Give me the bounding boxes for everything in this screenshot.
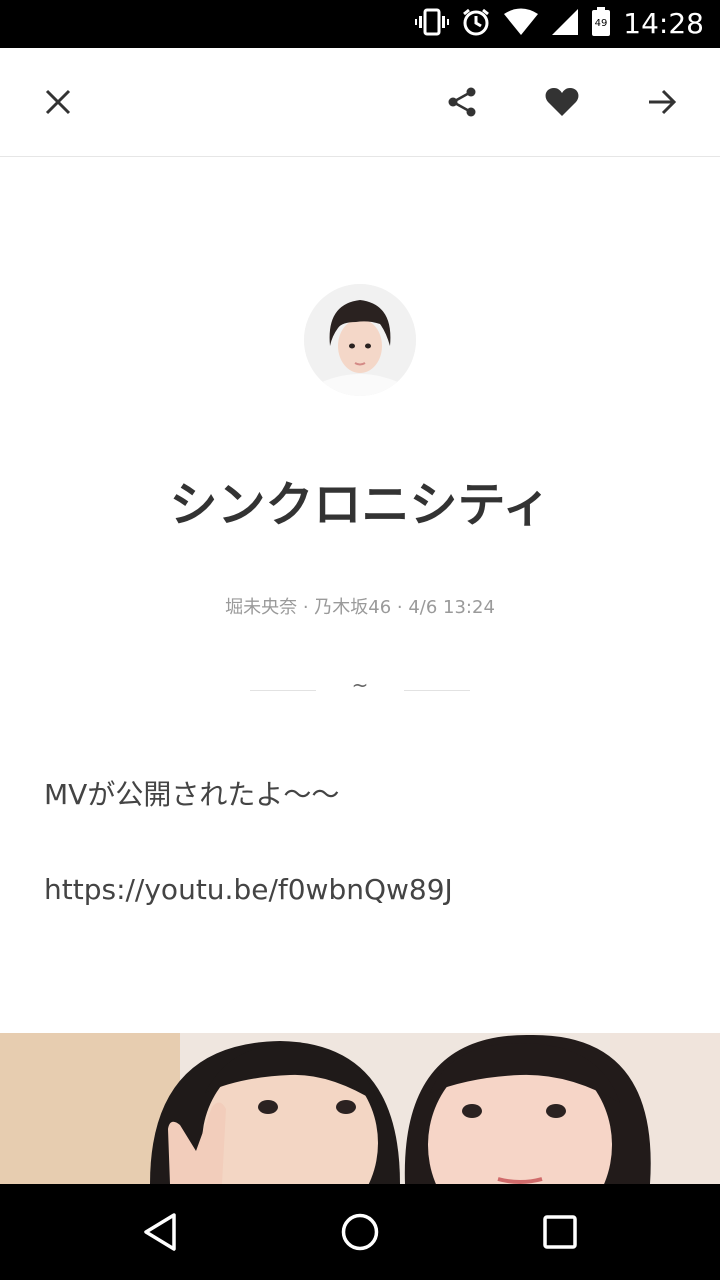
post-body-text: MVが公開されたよ〜〜 — [44, 778, 340, 811]
post-photo[interactable] — [0, 1033, 720, 1184]
status-icons: 49 14:28 — [415, 0, 704, 48]
post-content: シンクロニシティ 堀未央奈 · 乃木坂46 · 4/6 13:24 ~ MVが公… — [0, 157, 720, 1184]
home-circle-icon — [341, 1213, 379, 1251]
signal-icon — [551, 8, 579, 40]
back-button[interactable] — [130, 1202, 190, 1262]
next-button[interactable] — [632, 72, 692, 132]
close-button[interactable] — [28, 72, 88, 132]
battery-icon: 49 — [591, 7, 611, 41]
close-icon — [45, 89, 71, 115]
vibrate-icon — [415, 8, 450, 40]
post-link[interactable]: https://youtu.be/f0wbnQw89J — [44, 873, 453, 906]
system-nav-bar — [0, 1184, 720, 1280]
divider-symbol: ~ — [351, 673, 369, 697]
favorite-button[interactable] — [532, 72, 592, 132]
arrow-right-icon — [649, 89, 677, 115]
recents-square-icon — [543, 1215, 577, 1249]
divider-line-right — [404, 690, 470, 691]
home-button[interactable] — [330, 1202, 390, 1262]
back-triangle-icon — [144, 1213, 176, 1251]
top-app-bar — [0, 48, 720, 157]
post-meta: 堀未央奈 · 乃木坂46 · 4/6 13:24 — [225, 597, 495, 618]
divider: ~ — [250, 673, 470, 703]
wifi-icon — [503, 8, 539, 40]
share-button[interactable] — [432, 72, 492, 132]
status-time: 14:28 — [623, 7, 704, 40]
battery-level: 49 — [595, 18, 608, 29]
alarm-icon — [461, 7, 491, 41]
share-icon — [448, 87, 476, 117]
status-bar: 49 14:28 — [0, 0, 720, 48]
post-title: シンクロニシティ — [169, 477, 551, 533]
heart-icon — [545, 88, 579, 116]
recents-button[interactable] — [530, 1202, 590, 1262]
author-avatar[interactable] — [304, 284, 416, 396]
